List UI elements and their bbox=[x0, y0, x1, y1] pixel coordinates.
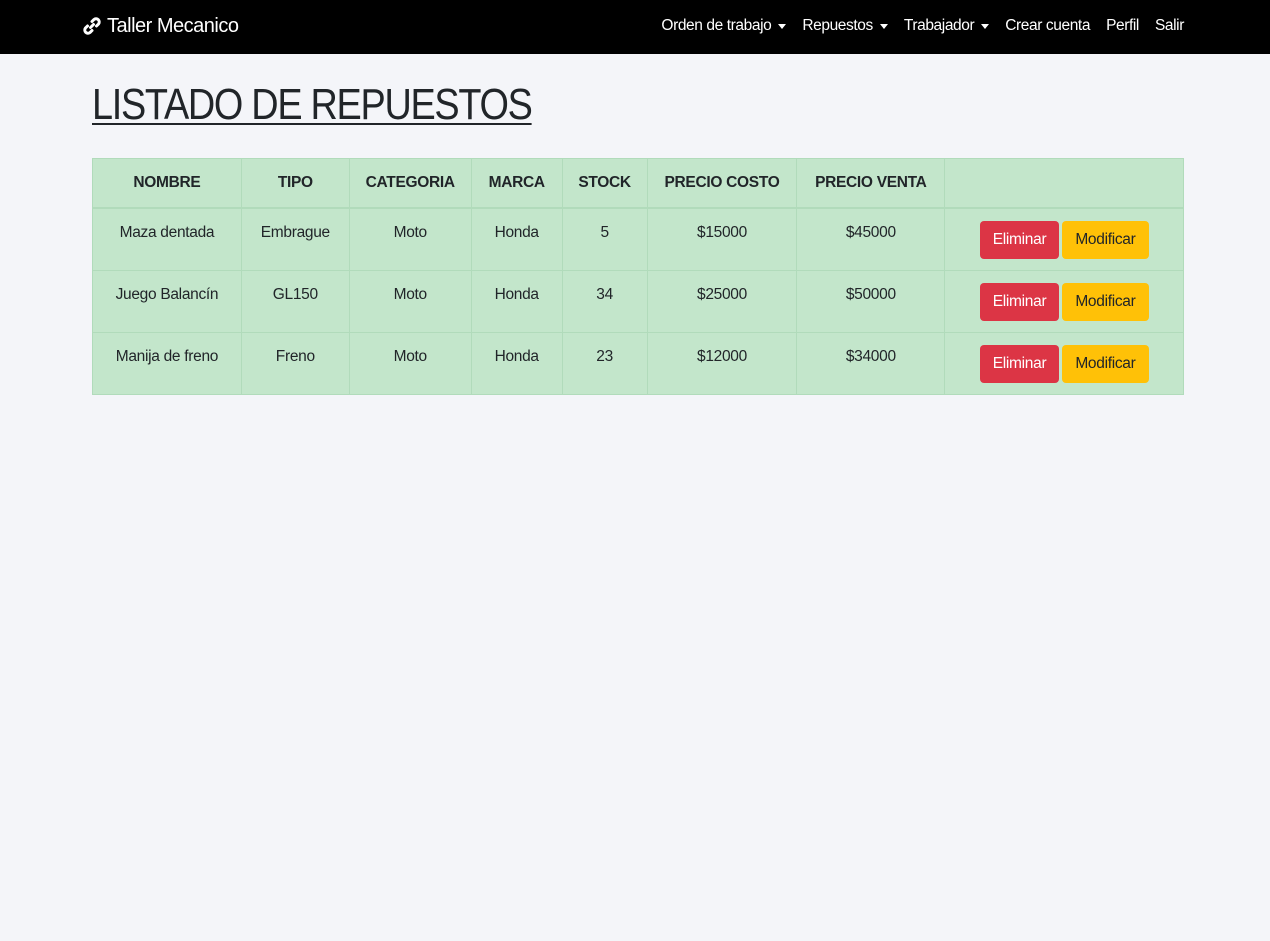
caret-down-icon bbox=[778, 23, 787, 29]
repuestos-table: NOMBRE TIPO CATEGORIA MARCA STOCK PRECIO… bbox=[92, 158, 1184, 395]
cell-actions: Eliminar Modificar bbox=[944, 207, 1184, 271]
cell-tipo: GL150 bbox=[240, 269, 350, 333]
eliminar-button[interactable]: Eliminar bbox=[979, 221, 1060, 259]
nav-item-label: Crear cuenta bbox=[1005, 17, 1091, 34]
cell-tipo: Freno bbox=[240, 331, 350, 395]
cell-nombre: Juego Balancín bbox=[92, 269, 242, 333]
column-header-actions bbox=[944, 158, 1184, 209]
caret-down-icon bbox=[981, 23, 990, 29]
nav-item-label: Trabajador bbox=[903, 17, 975, 34]
link-icon bbox=[82, 16, 102, 36]
table-row: Manija de freno Freno Moto Honda 23 $120… bbox=[92, 331, 1184, 395]
cell-precio-costo: $12000 bbox=[646, 331, 798, 395]
eliminar-button[interactable]: Eliminar bbox=[979, 282, 1060, 321]
modificar-button[interactable]: Modificar bbox=[1062, 344, 1149, 383]
nav-item-label: Perfil bbox=[1106, 17, 1139, 34]
nav-crear-cuenta[interactable]: Crear cuenta bbox=[1005, 16, 1090, 36]
column-header-marca: MARCA bbox=[470, 158, 563, 209]
cell-stock: 23 bbox=[561, 331, 648, 395]
brand-link[interactable]: Taller Mecanico bbox=[82, 14, 239, 38]
column-header-stock: STOCK bbox=[561, 158, 648, 209]
column-header-precio-costo: PRECIO COSTO bbox=[646, 158, 798, 209]
table-row: Maza dentada Embrague Moto Honda 5 $1500… bbox=[92, 207, 1184, 271]
nav-item-label: Salir bbox=[1154, 17, 1184, 34]
cell-marca: Honda bbox=[470, 207, 563, 271]
column-header-nombre: NOMBRE bbox=[92, 158, 242, 209]
cell-categoria: Moto bbox=[348, 331, 472, 395]
cell-marca: Honda bbox=[470, 269, 563, 333]
cell-nombre: Manija de freno bbox=[92, 331, 242, 395]
cell-categoria: Moto bbox=[348, 207, 472, 271]
table-row: Juego Balancín GL150 Moto Honda 34 $2500… bbox=[92, 269, 1184, 333]
nav-trabajador[interactable]: Trabajador bbox=[903, 16, 990, 36]
caret-down-icon bbox=[879, 23, 888, 29]
nav-salir[interactable]: Salir bbox=[1155, 16, 1184, 36]
modificar-button[interactable]: Modificar bbox=[1062, 282, 1149, 321]
cell-nombre: Maza dentada bbox=[92, 207, 242, 271]
brand-label: Taller Mecanico bbox=[107, 15, 239, 37]
cell-marca: Honda bbox=[470, 331, 563, 395]
navbar: Taller Mecanico Orden de trabajo Repuest… bbox=[0, 0, 1270, 54]
nav-perfil[interactable]: Perfil bbox=[1106, 16, 1139, 36]
cell-precio-venta: $45000 bbox=[796, 207, 946, 271]
cell-precio-venta: $34000 bbox=[796, 331, 946, 395]
cell-actions: Eliminar Modificar bbox=[944, 269, 1184, 333]
cell-precio-venta: $50000 bbox=[796, 269, 946, 333]
cell-stock: 5 bbox=[561, 207, 648, 271]
nav-menu: Orden de trabajo Repuestos Trabajador Cr… bbox=[661, 16, 1184, 36]
modificar-button[interactable]: Modificar bbox=[1062, 221, 1149, 259]
cell-tipo: Embrague bbox=[240, 207, 350, 271]
nav-repuestos[interactable]: Repuestos bbox=[802, 16, 888, 36]
column-header-tipo: TIPO bbox=[240, 158, 350, 209]
cell-categoria: Moto bbox=[348, 269, 472, 333]
eliminar-button[interactable]: Eliminar bbox=[979, 344, 1060, 383]
cell-precio-costo: $25000 bbox=[646, 269, 798, 333]
nav-item-label: Orden de trabajo bbox=[661, 17, 772, 34]
page-title: LISTADO DE REPUESTOS bbox=[92, 80, 533, 129]
column-header-precio-venta: PRECIO VENTA bbox=[796, 158, 946, 209]
cell-precio-costo: $15000 bbox=[646, 207, 798, 271]
column-header-categoria: CATEGORIA bbox=[348, 158, 472, 209]
cell-stock: 34 bbox=[561, 269, 648, 333]
nav-item-label: Repuestos bbox=[802, 17, 873, 34]
table-header-row: NOMBRE TIPO CATEGORIA MARCA STOCK PRECIO… bbox=[92, 158, 1184, 209]
nav-orden-de-trabajo[interactable]: Orden de trabajo bbox=[661, 16, 787, 36]
cell-actions: Eliminar Modificar bbox=[944, 331, 1184, 395]
